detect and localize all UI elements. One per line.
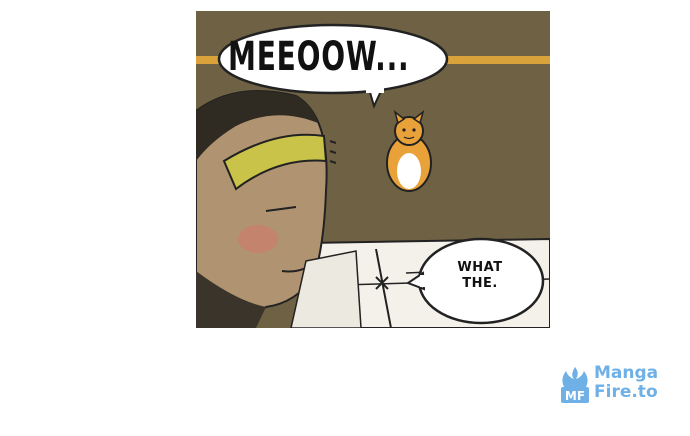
mangafire-watermark: MF Manga Fire.to [558, 364, 668, 406]
mangafire-logo-icon: MF [561, 367, 589, 403]
watermark-line2: Fire.to [594, 382, 658, 402]
cat-speech-text: MEEOOW... [228, 34, 410, 80]
watermark-line1: Manga [594, 363, 659, 383]
man-speech-text: WHAT THE. [457, 260, 503, 291]
logo-letters: MF [565, 389, 585, 403]
comic-panel: MEEOOW... WHAT THE. [196, 11, 550, 328]
watermark-text: Manga Fire.to [594, 364, 658, 402]
